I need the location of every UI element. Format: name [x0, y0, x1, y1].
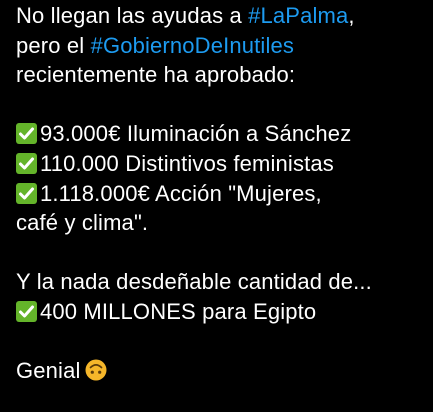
post-text: No llegan las ayudas a #LaPalma, pero el… [0, 0, 433, 412]
closing-intro: Y la nada desdeñable cantidad de... [16, 269, 372, 295]
intro-line-2: pero el #GobiernoDeInutiles [16, 31, 427, 61]
list-item: 1.118.000€ Acción "Mujeres, [16, 179, 427, 209]
hashtag-gobiernodeinutiles-link[interactable]: #GobiernoDeInutiles [91, 33, 294, 58]
list-item-text: 400 MILLONES para Egipto [40, 298, 317, 324]
list-item: 93.000€ Iluminación a Sánchez [16, 119, 427, 149]
hashtag-lapalma-link[interactable]: #LaPalma [248, 3, 348, 28]
list-item-text: 1.118.000€ Acción "Mujeres, [40, 180, 322, 206]
list-item-text: 110.000 Distintivos feministas [40, 150, 334, 176]
signoff-line: Genial [16, 356, 427, 386]
check-mark-icon [16, 123, 37, 145]
list-item-continuation: café y clima". [16, 210, 149, 236]
list-item: 110.000 Distintivos feministas [16, 149, 427, 179]
intro-line-3: recientemente ha aprobado: [16, 62, 296, 88]
list-item: 400 MILLONES para Egipto [16, 297, 427, 327]
signoff-text: Genial [16, 358, 81, 384]
check-mark-icon [16, 152, 37, 174]
intro-line-1: No llegan las ayudas a #LaPalma, [16, 1, 427, 31]
intro-text-1: No llegan las ayudas a [16, 3, 249, 28]
list-item-text: 93.000€ Iluminación a Sánchez [40, 121, 352, 147]
intro-text-2: pero el [16, 32, 91, 58]
check-mark-icon [16, 300, 37, 322]
upside-down-face-icon [85, 359, 107, 381]
check-mark-icon [16, 182, 37, 204]
intro-comma: , [348, 3, 355, 28]
